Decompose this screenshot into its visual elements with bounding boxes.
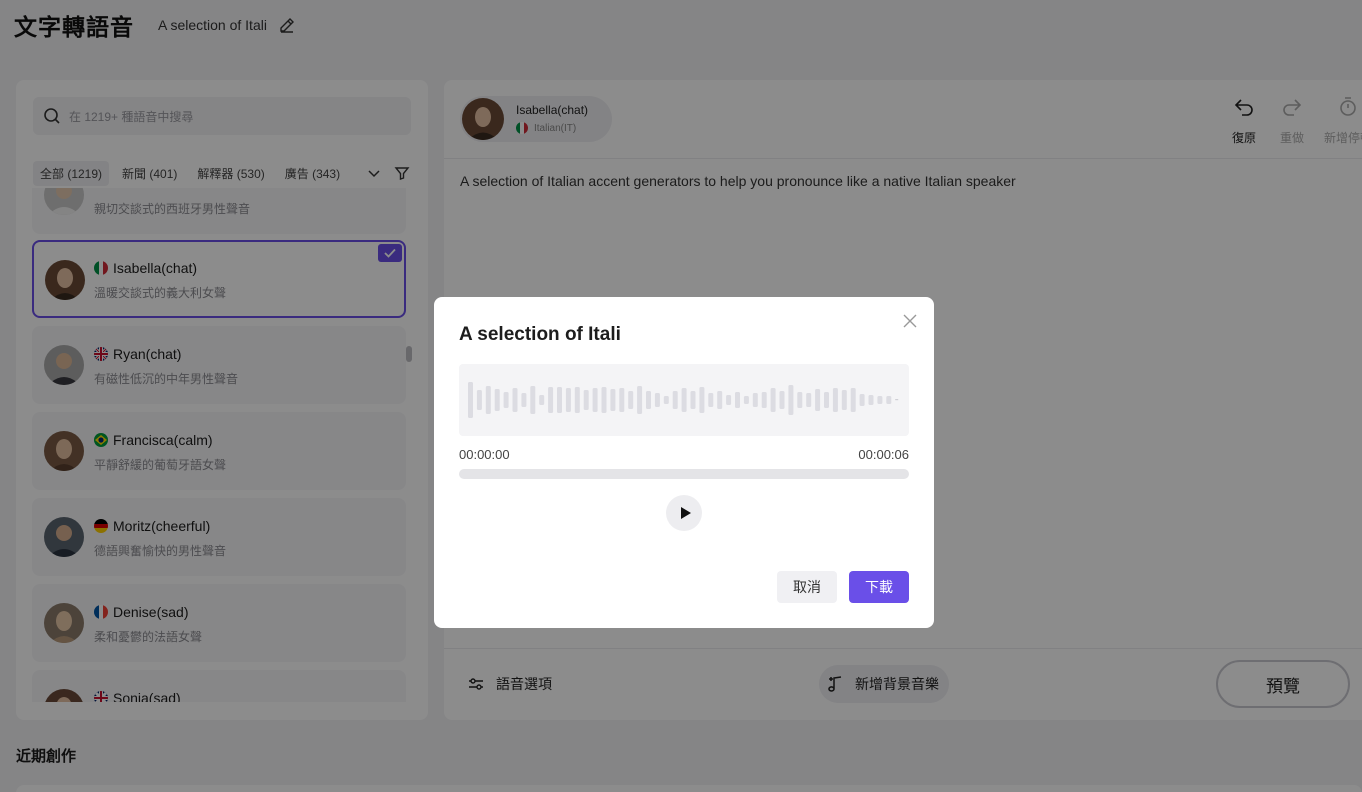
total-duration: 00:00:06 (858, 447, 909, 462)
play-icon (680, 506, 692, 520)
close-icon[interactable] (902, 313, 918, 329)
playback-progress-bar[interactable] (459, 469, 909, 479)
waveform-bar (886, 396, 892, 404)
waveform-bar (530, 386, 536, 414)
waveform-baseline (895, 399, 899, 401)
waveform-bar (512, 388, 518, 412)
waveform-bar (735, 392, 740, 408)
current-time: 00:00:00 (459, 447, 510, 462)
waveform-bar (788, 385, 794, 415)
waveform-bar (832, 388, 838, 412)
waveform-bar (877, 396, 883, 404)
audio-waveform[interactable] (459, 364, 909, 436)
waveform-bar (690, 391, 696, 409)
waveform-bar (824, 392, 829, 408)
waveform-bar (654, 393, 660, 407)
waveform-bar (752, 393, 758, 407)
cancel-button[interactable]: 取消 (777, 571, 837, 603)
waveform-bar (806, 393, 812, 407)
waveform-bar (699, 387, 705, 413)
waveform-bar (601, 387, 607, 413)
waveform-bar (548, 387, 554, 413)
waveform-bar (850, 388, 856, 412)
waveform-bar (841, 390, 847, 410)
waveform-bar (521, 393, 527, 407)
waveform-bar (628, 391, 634, 409)
waveform-bar (761, 392, 767, 408)
waveform-bar (726, 395, 732, 405)
waveform-bar (859, 394, 865, 406)
waveform-bar (797, 392, 803, 408)
waveform-bar (557, 387, 562, 413)
waveform-bar (485, 386, 491, 414)
waveform-bar (592, 388, 598, 412)
waveform-bar (815, 389, 821, 411)
waveform-bar (619, 388, 625, 412)
waveform-bar (574, 387, 580, 413)
play-button[interactable] (666, 495, 702, 531)
waveform-bar (494, 389, 500, 411)
waveform-bar (672, 391, 678, 409)
waveform-bar (583, 390, 589, 410)
waveform-bar (565, 388, 571, 412)
waveform-bar (468, 382, 473, 418)
waveform-bar (663, 396, 669, 404)
waveform-bar (708, 393, 714, 407)
waveform-bar (717, 391, 723, 409)
waveform-bar (646, 391, 651, 409)
waveform-bar (539, 395, 545, 405)
waveform-bar (779, 391, 785, 409)
dialog-title: A selection of Itali (459, 324, 621, 345)
download-dialog: A selection of Itali 00:00:00 00:00:06 取… (434, 297, 934, 628)
waveform-bar (503, 392, 509, 408)
waveform-bar (476, 390, 482, 410)
waveform-bar (868, 395, 874, 405)
waveform-bar (770, 388, 776, 412)
waveform-bar (610, 389, 616, 411)
waveform-bar (743, 396, 749, 404)
download-button[interactable]: 下載 (849, 571, 909, 603)
waveform-bar (637, 386, 643, 414)
waveform-bar (681, 388, 687, 412)
